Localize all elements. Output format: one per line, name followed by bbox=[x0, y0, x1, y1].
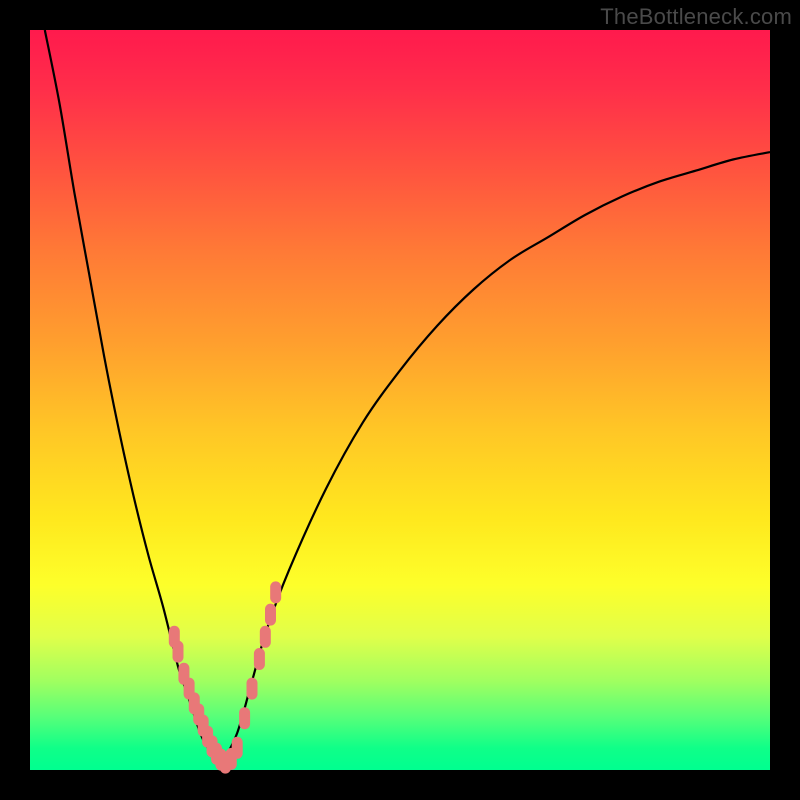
plot-area bbox=[30, 30, 770, 770]
curves-svg bbox=[30, 30, 770, 770]
data-marker bbox=[173, 641, 184, 663]
curve-right-branch bbox=[222, 152, 770, 763]
data-marker bbox=[239, 707, 250, 729]
data-marker bbox=[232, 737, 243, 759]
data-marker bbox=[247, 678, 258, 700]
chart-stage: TheBottleneck.com bbox=[0, 0, 800, 800]
data-marker bbox=[260, 626, 271, 648]
curve-left-branch bbox=[45, 30, 223, 763]
watermark-text: TheBottleneck.com bbox=[600, 4, 792, 30]
data-marker bbox=[265, 604, 276, 626]
data-marker bbox=[254, 648, 265, 670]
markers-group bbox=[169, 581, 281, 773]
data-marker bbox=[270, 581, 281, 603]
